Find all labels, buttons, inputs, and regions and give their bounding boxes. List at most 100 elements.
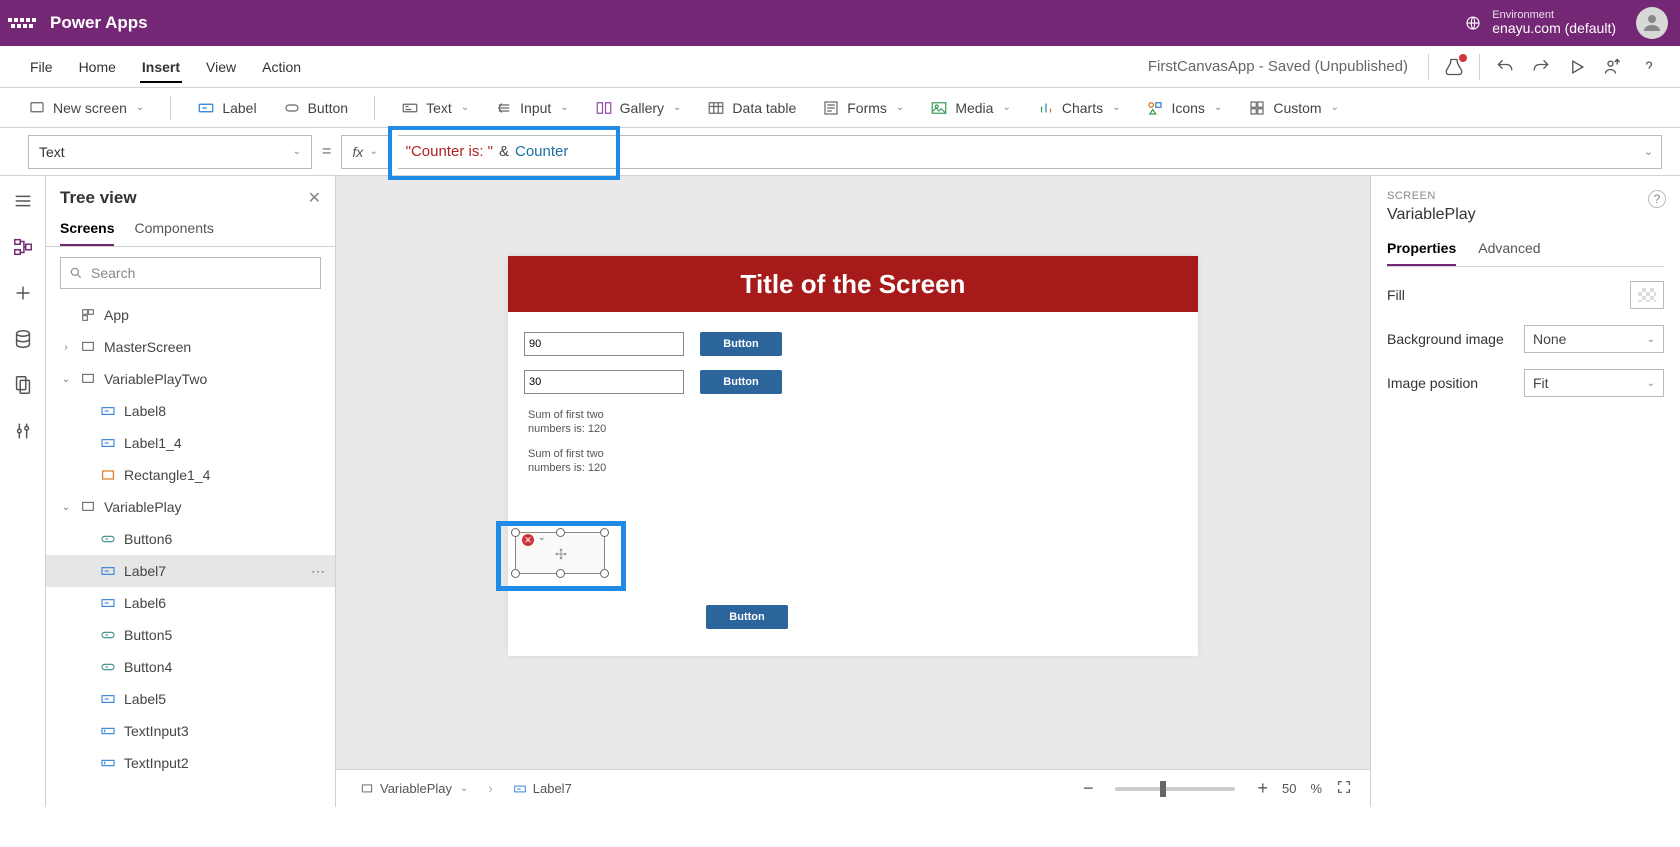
canvas-sum-label-1: Sum of first two numbers is: 120 xyxy=(528,408,638,437)
tree-node-variableplaytwo[interactable]: ⌄VariablePlayTwo xyxy=(46,363,335,395)
insert-icons-button[interactable]: Icons⌄ xyxy=(1146,99,1222,117)
menu-action[interactable]: Action xyxy=(260,51,303,83)
insert-gallery-button[interactable]: Gallery⌄ xyxy=(595,99,682,117)
advanced-tools-icon[interactable] xyxy=(12,420,34,442)
formula-expand-icon[interactable]: ⌄ xyxy=(1644,145,1653,158)
rect-icon xyxy=(100,467,116,483)
breadcrumb-screen[interactable]: VariablePlay⌄ xyxy=(354,779,474,798)
insert-media-button[interactable]: Media⌄ xyxy=(930,99,1011,117)
tree-node-masterscreen[interactable]: ›MasterScreen xyxy=(46,331,335,363)
insert-ribbon: New screen⌄ Label Button Text⌄ Input⌄ Ga… xyxy=(0,88,1680,128)
tree-close-icon[interactable]: ✕ xyxy=(308,188,321,208)
zoom-value: 50 xyxy=(1282,781,1296,796)
canvas-screen[interactable]: Title of the Screen Button Button Sum of… xyxy=(508,256,1198,656)
fit-to-screen-icon[interactable] xyxy=(1336,779,1352,798)
media-pane-icon[interactable] xyxy=(12,374,34,396)
tree-node-label5[interactable]: Label5 xyxy=(46,683,335,715)
insert-forms-button[interactable]: Forms⌄ xyxy=(822,99,904,117)
selected-label7[interactable]: ✕ ⌄ xyxy=(515,532,605,574)
property-selector[interactable]: Text⌄ xyxy=(28,135,312,169)
prop-fill-swatch[interactable] xyxy=(1630,281,1664,309)
zoom-in-button[interactable]: + xyxy=(1257,778,1268,799)
brand-title: Power Apps xyxy=(50,13,148,33)
canvas-button-2[interactable]: Button xyxy=(700,370,782,394)
equals-sign: = xyxy=(322,143,331,161)
panel-help-icon[interactable]: ? xyxy=(1648,190,1666,208)
tree-node-button5[interactable]: Button5 xyxy=(46,619,335,651)
menu-file[interactable]: File xyxy=(28,51,55,83)
properties-panel: ? SCREEN VariablePlay Properties Advance… xyxy=(1370,176,1680,807)
app-launcher-icon[interactable] xyxy=(6,7,38,39)
tree-tab-screens[interactable]: Screens xyxy=(60,214,114,246)
insert-datatable-button[interactable]: Data table xyxy=(707,99,796,117)
hamburger-icon[interactable] xyxy=(12,190,34,212)
new-screen-button[interactable]: New screen⌄ xyxy=(28,99,144,117)
tree-node-textinput3[interactable]: TextInput3 xyxy=(46,715,335,747)
zoom-out-button[interactable]: − xyxy=(1083,778,1094,799)
environment-picker[interactable]: Environment enayu.com (default) xyxy=(1464,9,1616,36)
search-icon xyxy=(69,266,83,280)
fx-label[interactable]: fx⌄ xyxy=(341,135,387,169)
canvas-button-1[interactable]: Button xyxy=(700,332,782,356)
insert-pane-icon[interactable] xyxy=(12,282,34,304)
menu-view[interactable]: View xyxy=(204,51,238,83)
prop-fill-label: Fill xyxy=(1387,287,1405,303)
tree-tab-components[interactable]: Components xyxy=(134,214,213,246)
insert-input-button[interactable]: Input⌄ xyxy=(495,99,569,117)
app-checker-icon[interactable] xyxy=(1443,56,1465,78)
tree-node-button4[interactable]: Button4 xyxy=(46,651,335,683)
tree-node-label6[interactable]: Label6 xyxy=(46,587,335,619)
play-icon[interactable] xyxy=(1566,56,1588,78)
canvas-button-3[interactable]: Button xyxy=(706,605,788,629)
move-cursor-icon xyxy=(554,547,568,561)
tree-view-panel: Tree view ✕ Screens Components Search Ap… xyxy=(46,176,336,807)
tree-node-variableplay[interactable]: ⌄VariablePlay xyxy=(46,491,335,523)
canvas-footer: VariablePlay⌄ › Label7 − + 50 % xyxy=(336,769,1370,807)
selection-menu-icon[interactable]: ⌄ xyxy=(538,532,546,543)
redo-icon[interactable] xyxy=(1530,56,1552,78)
user-avatar[interactable] xyxy=(1636,7,1668,39)
button-icon xyxy=(100,627,116,643)
data-pane-icon[interactable] xyxy=(12,328,34,350)
input-icon xyxy=(100,755,116,771)
tree-node-app[interactable]: App xyxy=(46,299,335,331)
prop-imgpos-select[interactable]: Fit⌄ xyxy=(1524,369,1664,397)
node-more-icon[interactable]: ⋯ xyxy=(311,563,325,580)
help-icon[interactable] xyxy=(1638,56,1660,78)
props-tab-properties[interactable]: Properties xyxy=(1387,234,1456,266)
menu-bar: File Home Insert View Action FirstCanvas… xyxy=(0,46,1680,88)
formula-input[interactable]: "Counter is: " & Counter ⌄ xyxy=(398,135,1662,169)
share-icon[interactable] xyxy=(1602,56,1624,78)
insert-text-button[interactable]: Text⌄ xyxy=(401,99,469,117)
props-object-name: VariablePlay xyxy=(1387,206,1664,224)
tree-node-textinput2[interactable]: TextInput2 xyxy=(46,747,335,779)
screen-icon xyxy=(80,339,96,355)
error-indicator-icon[interactable]: ✕ xyxy=(522,534,534,546)
zoom-slider[interactable] xyxy=(1115,787,1235,791)
app-status: FirstCanvasApp - Saved (Unpublished) xyxy=(1148,58,1408,75)
insert-custom-button[interactable]: Custom⌄ xyxy=(1248,99,1339,117)
canvas-textinput-1[interactable] xyxy=(524,332,684,356)
tree-node-button6[interactable]: Button6 xyxy=(46,523,335,555)
tree-node-label7[interactable]: Label7⋯ xyxy=(46,555,335,587)
tree-node-label8[interactable]: Label8 xyxy=(46,395,335,427)
tree-node-rectangle1_4[interactable]: Rectangle1_4 xyxy=(46,459,335,491)
canvas-textinput-2[interactable] xyxy=(524,370,684,394)
undo-icon[interactable] xyxy=(1494,56,1516,78)
insert-button-button[interactable]: Button xyxy=(283,99,348,117)
props-tab-advanced[interactable]: Advanced xyxy=(1478,234,1540,266)
insert-label-button[interactable]: Label xyxy=(197,99,256,117)
screen-title-bar: Title of the Screen xyxy=(508,256,1198,312)
prop-bgimage-label: Background image xyxy=(1387,331,1504,347)
menu-insert[interactable]: Insert xyxy=(140,51,182,83)
menu-home[interactable]: Home xyxy=(77,51,118,83)
breadcrumb-element[interactable]: Label7 xyxy=(507,779,578,798)
tree-search-input[interactable]: Search xyxy=(60,257,321,289)
tree-view-icon[interactable] xyxy=(12,236,34,258)
insert-charts-button[interactable]: Charts⌄ xyxy=(1037,99,1121,117)
design-canvas[interactable]: Title of the Screen Button Button Sum of… xyxy=(336,176,1370,769)
app-icon xyxy=(80,307,96,323)
prop-bgimage-select[interactable]: None⌄ xyxy=(1524,325,1664,353)
label-icon xyxy=(100,435,116,451)
tree-node-label1_4[interactable]: Label1_4 xyxy=(46,427,335,459)
